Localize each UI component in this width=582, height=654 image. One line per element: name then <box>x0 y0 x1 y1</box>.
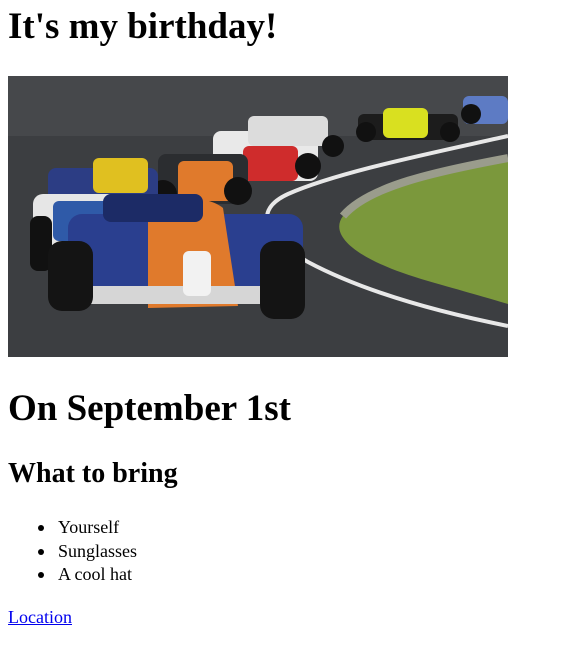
bullet-icon <box>38 548 44 555</box>
bullet-icon <box>38 572 44 578</box>
location-link[interactable]: Location <box>8 605 72 629</box>
what-to-bring-heading: What to bring <box>8 458 178 489</box>
page-title: It's my birthday! <box>8 6 278 47</box>
date-heading: On September 1st <box>8 388 291 429</box>
list-item: A cool hat <box>8 563 137 587</box>
bullet-icon <box>38 525 44 531</box>
hero-image <box>8 76 508 357</box>
list-item-label: Sunglasses <box>58 540 138 561</box>
list-item: Sunglasses <box>8 540 137 564</box>
list-item: Yourself <box>8 516 137 540</box>
bring-list: Yourself Sunglasses A cool hat <box>8 516 137 587</box>
list-item-label: Yourself <box>58 517 120 537</box>
list-item-label: A cool hat <box>58 564 132 584</box>
